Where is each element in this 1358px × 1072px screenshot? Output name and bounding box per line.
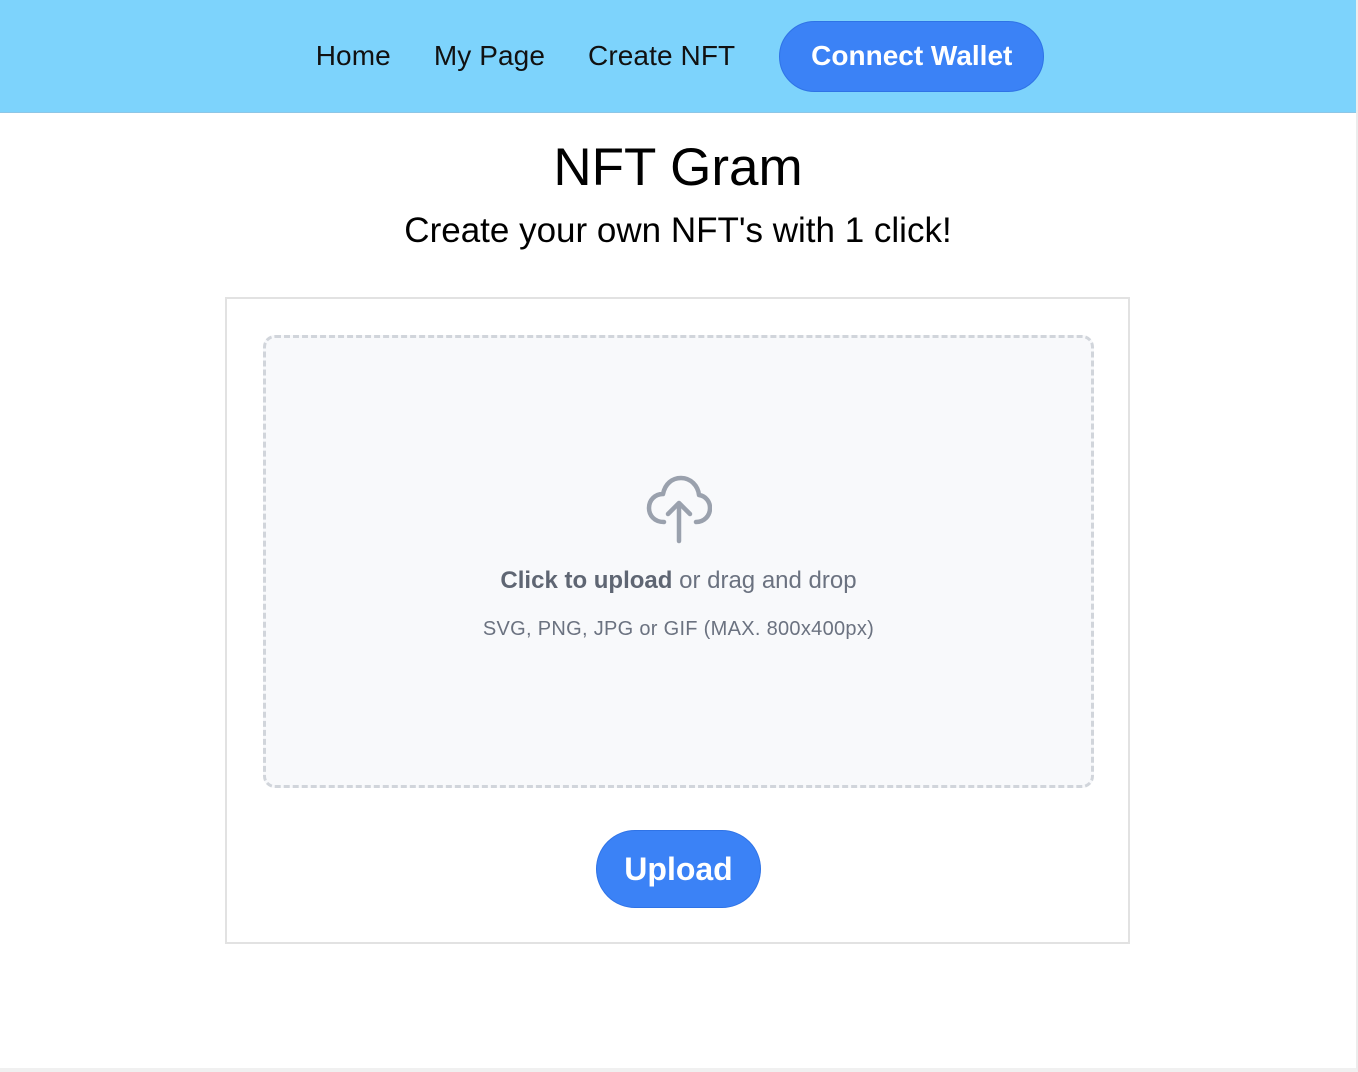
- upload-button[interactable]: Upload: [596, 830, 761, 908]
- file-dropzone[interactable]: Click to upload or drag and drop SVG, PN…: [263, 335, 1094, 788]
- nav-links: Home My Page Create NFT: [316, 40, 779, 72]
- navbar: Home My Page Create NFT Connect Wallet: [0, 0, 1356, 113]
- click-to-upload-text: Click to upload: [500, 567, 673, 594]
- dropzone-instructions: Click to upload or drag and drop: [266, 567, 1091, 595]
- connect-wallet-button[interactable]: Connect Wallet: [779, 20, 1045, 92]
- nav-create-nft-link[interactable]: Create NFT: [588, 40, 735, 72]
- page: Home My Page Create NFT Connect Wallet N…: [0, 0, 1358, 1072]
- page-subtitle: Create your own NFT's with 1 click!: [404, 211, 952, 250]
- upload-card: Click to upload or drag and drop SVG, PN…: [225, 297, 1130, 944]
- drag-drop-text: or drag and drop: [672, 567, 857, 594]
- nav-my-page-link[interactable]: My Page: [434, 40, 545, 72]
- cloud-upload-icon: [646, 475, 712, 544]
- nav-home-link[interactable]: Home: [316, 40, 391, 72]
- file-type-hint: SVG, PNG, JPG or GIF (MAX. 800x400px): [482, 618, 875, 640]
- page-title: NFT Gram: [553, 138, 803, 197]
